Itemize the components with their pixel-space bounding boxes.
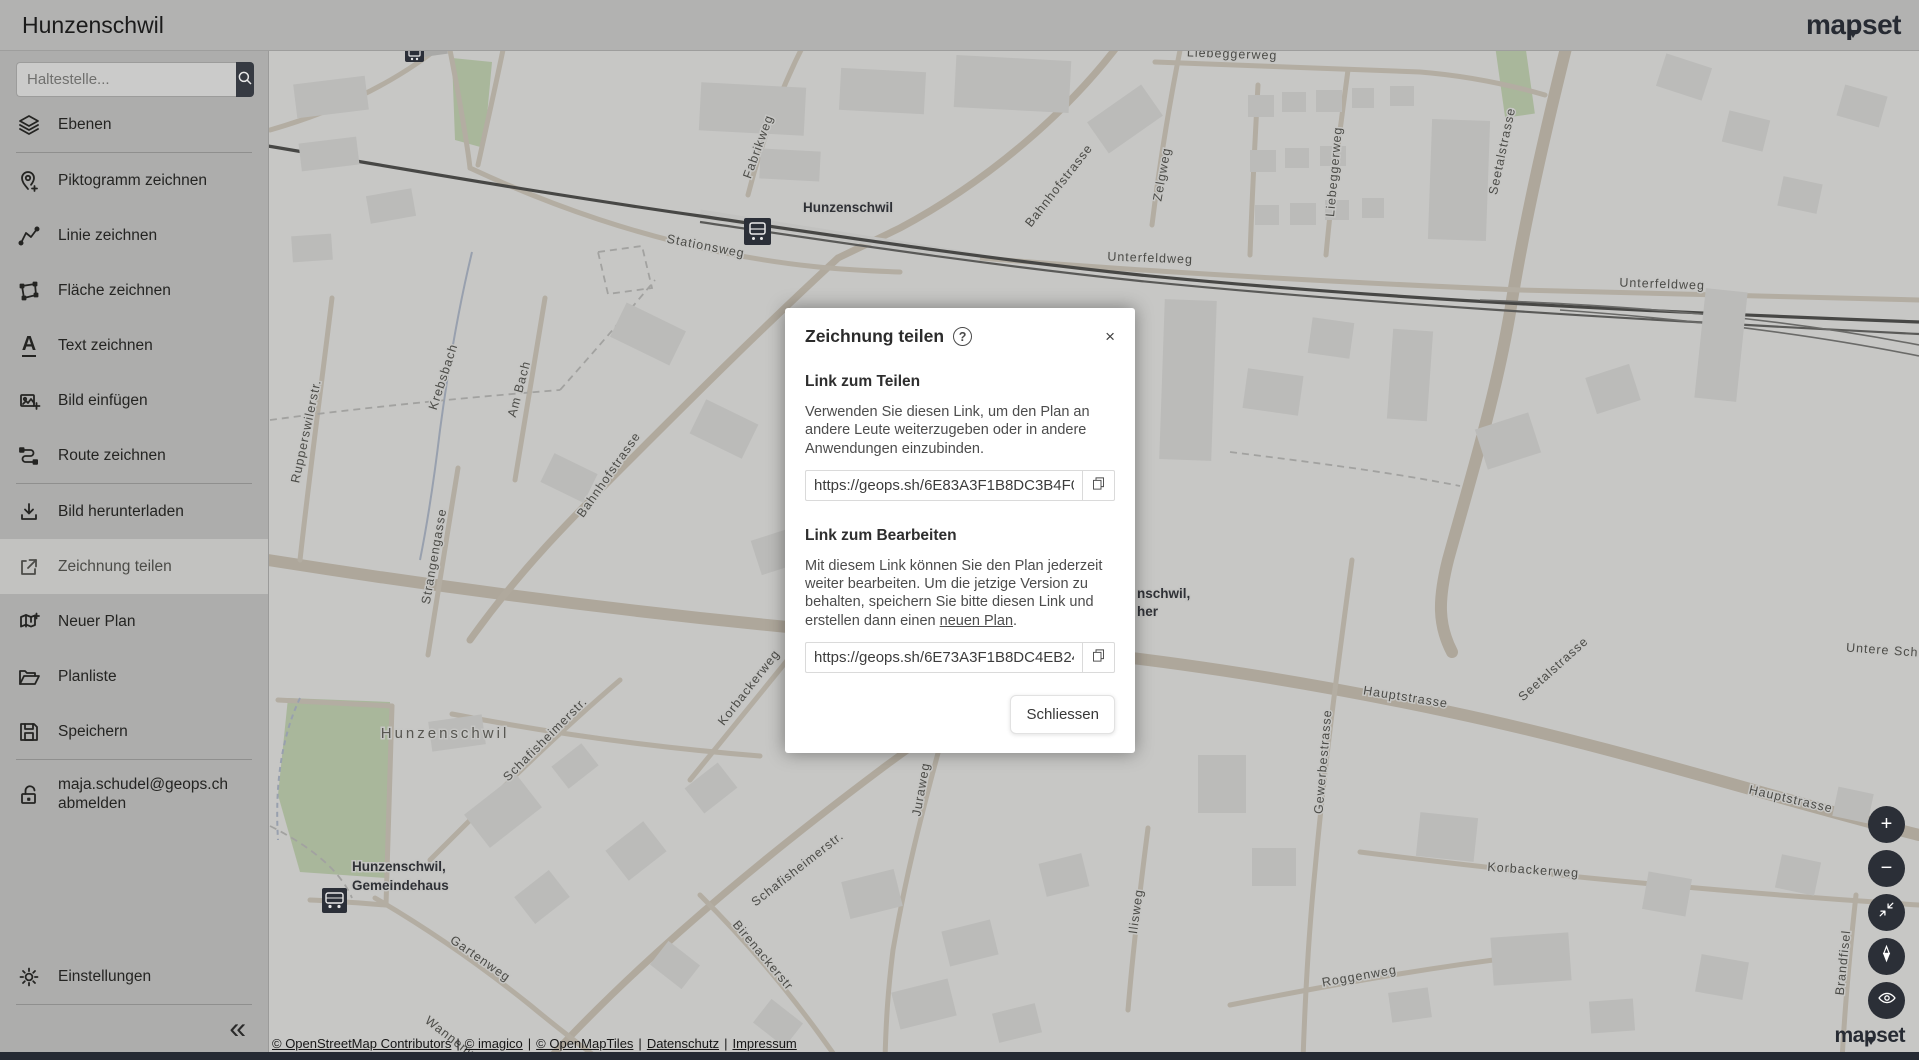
map-label: Unterfeldweg <box>1107 250 1193 267</box>
sidebar-item-planliste[interactable]: Planliste <box>0 649 268 704</box>
map-label: Hauptstrasse <box>1748 783 1835 816</box>
station-icon <box>744 218 771 245</box>
close-icon[interactable]: × <box>1105 328 1115 345</box>
polygon-icon <box>16 278 42 304</box>
folder-open-icon <box>16 664 42 690</box>
map-label: Schafisheimerstr. <box>749 829 847 910</box>
map-label: nschwil, <box>1137 586 1190 601</box>
search-row <box>16 62 252 97</box>
map-label: Korbackerweg <box>715 647 783 728</box>
fit-extent-button[interactable] <box>1868 894 1905 931</box>
route-icon <box>16 443 42 469</box>
mapset-logo-small: mapset <box>1834 1024 1905 1048</box>
share-link-description: Verwenden Sie diesen Link, um den Plan a… <box>805 403 1115 458</box>
sidebar-item-linie-zeichnen[interactable]: Linie zeichnen <box>0 208 268 263</box>
page-title: Hunzenschwil <box>22 12 164 39</box>
sidebar-item-route-zeichnen[interactable]: Route zeichnen <box>0 428 268 483</box>
sidebar-item-einstellungen[interactable]: Einstellungen <box>0 949 268 1004</box>
mapset-logo: mapset <box>1806 9 1901 41</box>
attribution-link-imagico[interactable]: © imagico <box>465 1036 523 1051</box>
lock-open-icon <box>16 782 42 808</box>
zoom-out-button[interactable]: − <box>1868 850 1905 887</box>
map-label: Bahnhofstrasse <box>1022 141 1095 229</box>
sidebar-item-piktogramm-zeichnen[interactable]: Piktogramm zeichnen <box>0 153 268 208</box>
map-label: Gartenweg <box>448 933 513 985</box>
copy-icon <box>1091 476 1106 494</box>
sidebar-item-zeichnung-teilen[interactable]: Zeichnung teilen <box>0 539 268 594</box>
attribution-link-openmaptiles[interactable]: © OpenMapTiles <box>536 1036 633 1051</box>
search-button[interactable] <box>236 62 254 97</box>
eye-icon <box>1877 988 1897 1014</box>
map-label: Rupperswilerstr. <box>288 378 324 484</box>
attribution-link-osm[interactable]: © OpenStreetMap Contributors <box>272 1036 451 1051</box>
share-link-heading: Link zum Teilen <box>805 373 1115 391</box>
map-label: Seetalstrasse <box>1486 106 1518 196</box>
edit-link-heading: Link zum Bearbeiten <box>805 527 1115 545</box>
map-label: Roggenweg <box>1321 963 1398 990</box>
schliessen-button[interactable]: Schliessen <box>1010 695 1115 734</box>
image-plus-icon <box>16 388 42 414</box>
sidebar-item-bild-herunterladen[interactable]: Bild herunterladen <box>0 484 268 539</box>
visibility-button[interactable] <box>1868 982 1905 1019</box>
help-icon[interactable]: ? <box>953 327 972 346</box>
sidebar-item-flaeche-zeichnen[interactable]: Fläche zeichnen <box>0 263 268 318</box>
map-label: her <box>1137 604 1159 619</box>
north-arrow-icon <box>1877 944 1896 969</box>
bottom-strip <box>0 1052 1919 1060</box>
share-link-input[interactable] <box>805 470 1082 501</box>
map-label: Korbackerweg <box>1487 860 1580 880</box>
map-attribution: © OpenStreetMap Contributors|© imagico|©… <box>272 1036 797 1051</box>
sidebar-item-bild-einfuegen[interactable]: Bild einfügen <box>0 373 268 428</box>
gear-icon <box>16 964 42 990</box>
share-dialog: Zeichnung teilen ? × Link zum Teilen Ver… <box>785 308 1135 753</box>
pin-plus-icon <box>16 168 42 194</box>
attribution-link-impressum[interactable]: Impressum <box>732 1036 796 1051</box>
save-icon <box>16 719 42 745</box>
copy-share-link-button[interactable] <box>1082 470 1115 501</box>
layers-icon <box>16 112 42 138</box>
map-label: Untere Sch <box>1846 640 1919 659</box>
copy-icon <box>1091 648 1106 666</box>
search-icon <box>236 69 254 90</box>
map-label: Stationsweg <box>666 232 746 261</box>
map-controls: + − <box>1868 806 1905 1019</box>
edit-link-description: Mit diesem Link können Sie den Plan jede… <box>805 557 1115 630</box>
north-arrow-button[interactable] <box>1868 938 1905 975</box>
sidebar-item-neuer-plan[interactable]: Neuer Plan <box>0 594 268 649</box>
sidebar-item-speichern[interactable]: Speichern <box>0 704 268 759</box>
minus-icon: − <box>1881 857 1893 880</box>
header-bar: Hunzenschwil mapset <box>0 0 1919 51</box>
map-label: Seetalstrasse <box>1516 634 1591 704</box>
bus-stop-icon <box>322 888 347 913</box>
map-label: Zelgweg <box>1150 146 1173 202</box>
fit-extent-icon <box>1877 900 1896 925</box>
sidebar-collapse-row: « <box>0 1005 268 1052</box>
copy-edit-link-button[interactable] <box>1082 642 1115 673</box>
map-label: Ilisweg <box>1126 888 1146 935</box>
map-label: Hunzenschwil, <box>352 859 446 874</box>
sidebar-item-ebenen[interactable]: Ebenen <box>0 97 268 152</box>
map-label: Unterfeldweg <box>1619 276 1705 293</box>
map-label: Birenackerstr <box>730 918 796 993</box>
new-map-icon <box>16 609 42 635</box>
zoom-in-button[interactable]: + <box>1868 806 1905 843</box>
map-label: Hunzenschwil <box>803 200 893 215</box>
edit-link-input[interactable] <box>805 642 1082 673</box>
search-input[interactable] <box>16 62 236 97</box>
attribution-link-datenschutz[interactable]: Datenschutz <box>647 1036 719 1051</box>
sidebar-item-text-zeichnen[interactable]: A Text zeichnen <box>0 318 268 373</box>
download-icon <box>16 499 42 525</box>
sidebar: Ebenen Piktogramm zeichnen Linie zeichne… <box>0 51 269 1060</box>
map-label: Hunzenschwil <box>381 725 510 742</box>
map-label: Gewerbestrasse <box>1311 709 1334 815</box>
text-icon: A <box>16 333 42 359</box>
polyline-icon <box>16 223 42 249</box>
new-plan-link[interactable]: neuen Plan <box>940 613 1013 629</box>
sidebar-item-logout[interactable]: maja.schudel@geops.ch abmelden <box>0 760 268 830</box>
dialog-title: Zeichnung teilen <box>805 326 944 347</box>
share-icon <box>16 554 42 580</box>
map-label: Gemeindehaus <box>352 878 449 893</box>
plus-icon: + <box>1881 813 1893 836</box>
collapse-sidebar-icon[interactable]: « <box>229 1014 246 1044</box>
